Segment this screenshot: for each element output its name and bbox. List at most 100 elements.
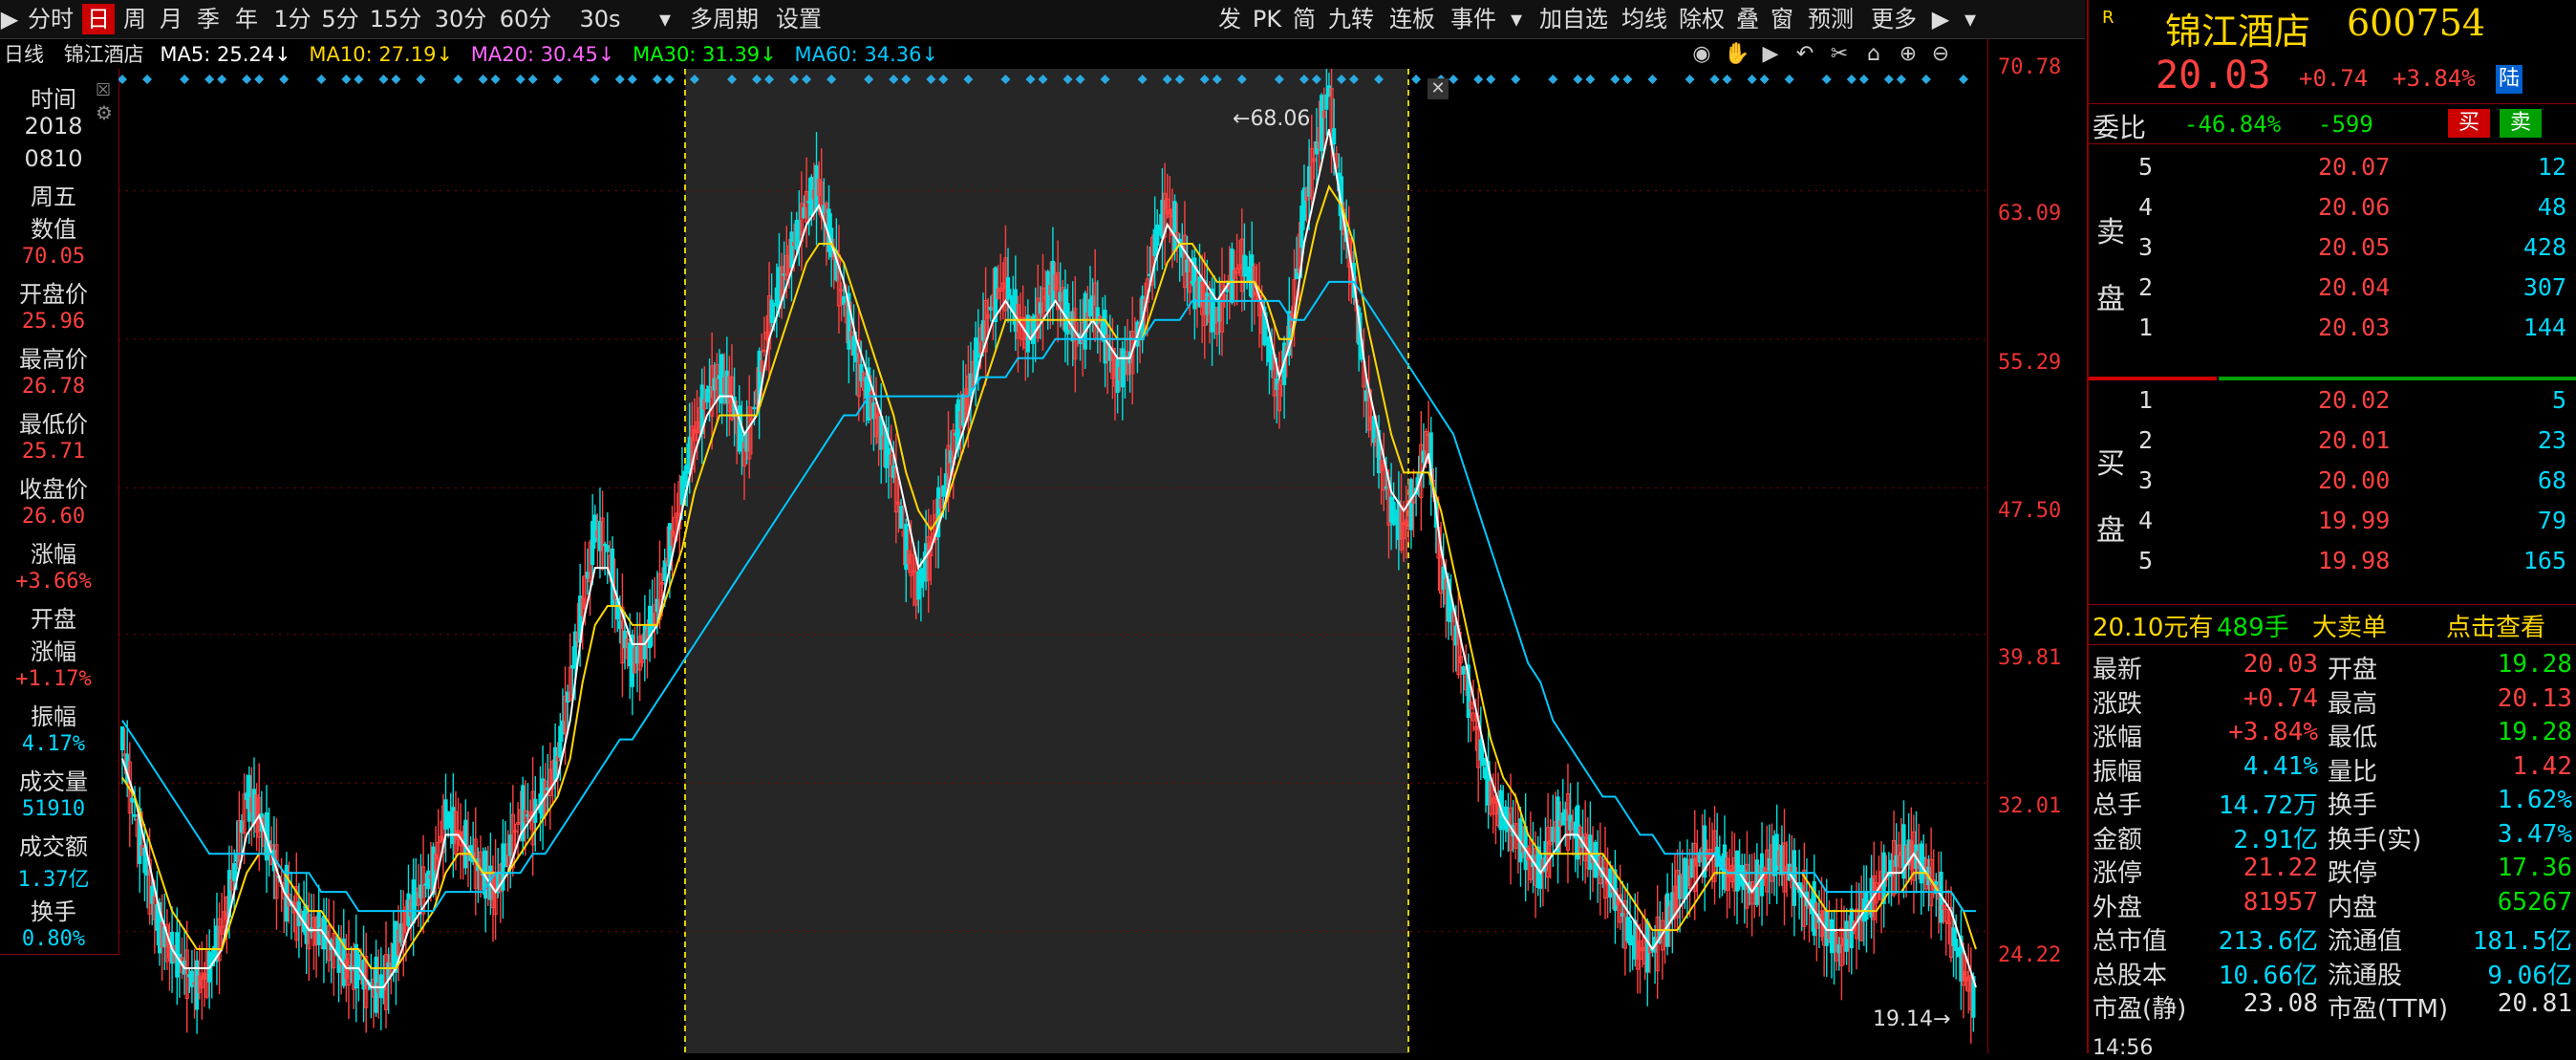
info-close-icon[interactable]: ☒ — [96, 80, 111, 100]
event-marker[interactable] — [217, 75, 227, 84]
toolbar-pk[interactable]: PK — [1248, 4, 1286, 34]
event-marker[interactable] — [652, 75, 662, 84]
tab-quarterly[interactable]: 季 — [191, 4, 225, 34]
hand-icon[interactable]: ✋ — [1724, 42, 1750, 67]
event-marker[interactable] — [1573, 75, 1583, 84]
event-marker[interactable] — [354, 75, 364, 84]
toolbar-events[interactable]: 事件 — [1445, 4, 1502, 34]
event-marker[interactable] — [1411, 75, 1422, 84]
event-marker[interactable] — [180, 75, 190, 84]
tab-fenshi[interactable]: 分时 — [21, 4, 80, 34]
zoom-out-icon[interactable]: ⊖ — [1928, 42, 1953, 67]
event-marker[interactable] — [1548, 75, 1558, 84]
tab-30min[interactable]: 30分 — [430, 4, 491, 34]
big-order-link[interactable]: 点击查看 — [2446, 608, 2545, 643]
event-marker[interactable] — [627, 75, 637, 84]
event-marker[interactable] — [590, 75, 600, 84]
event-marker[interactable] — [1846, 75, 1857, 84]
event-marker[interactable] — [1449, 75, 1459, 84]
event-marker[interactable] — [453, 75, 463, 84]
tab-daily[interactable]: 日 — [82, 4, 115, 34]
ma-button[interactable]: 均线 — [1617, 4, 1672, 34]
event-marker[interactable] — [118, 75, 127, 84]
ask-price[interactable]: 20.06 — [2318, 193, 2390, 221]
event-marker[interactable] — [254, 75, 265, 84]
tab-30s[interactable]: 30s — [571, 4, 629, 34]
exright-button[interactable]: 除权 — [1674, 4, 1729, 34]
event-marker[interactable] — [1722, 75, 1732, 84]
event-marker[interactable] — [416, 75, 426, 84]
event-marker[interactable] — [515, 75, 526, 84]
bid-price[interactable]: 20.00 — [2318, 466, 2390, 494]
event-marker[interactable] — [478, 75, 488, 84]
event-marker[interactable] — [1883, 75, 1894, 84]
add-watchlist-button[interactable]: 加自选 — [1533, 4, 1615, 34]
more-button[interactable]: 更多 — [1865, 4, 1922, 34]
lock-icon[interactable]: ⌂ — [1861, 42, 1886, 67]
event-marker[interactable] — [1921, 75, 1931, 84]
event-marker[interactable] — [1585, 75, 1596, 84]
event-marker[interactable] — [1747, 75, 1757, 84]
toolbar-fa[interactable]: 发 — [1213, 4, 1246, 34]
event-marker[interactable] — [378, 75, 389, 84]
ask-price[interactable]: 20.03 — [2318, 314, 2390, 341]
event-marker[interactable] — [552, 75, 563, 84]
event-marker[interactable] — [1821, 75, 1832, 84]
event-marker[interactable] — [1759, 75, 1770, 84]
event-marker[interactable] — [1709, 75, 1720, 84]
window-button[interactable]: 窗 — [1766, 4, 1798, 34]
sell-button[interactable]: 卖 — [2500, 109, 2542, 138]
tab-60min[interactable]: 60分 — [495, 4, 556, 34]
play-icon[interactable]: ▶ — [1758, 42, 1783, 67]
gear-icon[interactable]: ⚙ — [96, 101, 113, 124]
event-marker[interactable] — [1685, 75, 1695, 84]
event-marker[interactable] — [279, 75, 290, 84]
bid-price[interactable]: 19.98 — [2318, 547, 2390, 574]
tab-weekly[interactable]: 周 — [118, 4, 151, 34]
tab-yearly[interactable]: 年 — [229, 4, 264, 34]
multi-period-button[interactable]: 多周期 — [684, 4, 764, 34]
event-marker[interactable] — [490, 75, 501, 84]
event-marker[interactable] — [242, 75, 252, 84]
event-marker[interactable] — [204, 75, 215, 84]
event-marker[interactable] — [527, 75, 538, 84]
event-marker[interactable] — [1473, 75, 1484, 84]
event-marker[interactable] — [391, 75, 401, 84]
expand-arrow-icon[interactable]: ▶ — [1926, 4, 1955, 34]
event-marker[interactable] — [1784, 75, 1794, 84]
event-marker[interactable] — [1610, 75, 1621, 84]
bid-price[interactable]: 19.99 — [2318, 507, 2390, 534]
period-dropdown-icon[interactable]: ▾ — [654, 4, 676, 34]
tab-5min[interactable]: 5分 — [317, 4, 363, 34]
event-marker[interactable] — [1622, 75, 1633, 84]
buy-button[interactable]: 买 — [2448, 109, 2490, 138]
eye-icon[interactable]: ◉ — [1689, 42, 1714, 67]
forecast-button[interactable]: 预测 — [1802, 4, 1859, 34]
event-marker[interactable] — [1858, 75, 1869, 84]
tab-monthly[interactable]: 月 — [155, 4, 187, 34]
undo-icon[interactable]: ↶ — [1792, 42, 1817, 67]
zoom-in-icon[interactable]: ⊕ — [1896, 42, 1921, 67]
event-marker[interactable] — [1647, 75, 1658, 84]
event-marker[interactable] — [1486, 75, 1496, 84]
settings-button[interactable]: 设置 — [770, 4, 827, 34]
ask-price[interactable]: 20.04 — [2318, 273, 2390, 301]
event-marker[interactable] — [1958, 75, 1968, 84]
toolbar-jiuzhuan[interactable]: 九转 — [1322, 4, 1380, 34]
ask-price[interactable]: 20.05 — [2318, 233, 2390, 261]
event-marker[interactable] — [664, 75, 675, 84]
collapse-arrow-icon[interactable]: ▶ — [0, 4, 19, 34]
overlay-button[interactable]: 叠 — [1731, 4, 1764, 34]
event-marker[interactable] — [1896, 75, 1906, 84]
tab-1min[interactable]: 1分 — [269, 4, 315, 34]
kline-chart[interactable] — [118, 43, 1987, 1053]
scissors-icon[interactable]: ✂ — [1827, 42, 1852, 67]
close-x-icon[interactable]: ✕ — [1428, 78, 1449, 99]
event-marker[interactable] — [316, 75, 327, 84]
tab-15min[interactable]: 15分 — [365, 4, 426, 34]
event-marker[interactable] — [1511, 75, 1521, 84]
bid-price[interactable]: 20.01 — [2318, 426, 2390, 454]
events-dropdown-icon[interactable]: ▾ — [1506, 4, 1527, 34]
bid-price[interactable]: 20.02 — [2318, 386, 2390, 414]
event-marker[interactable] — [142, 75, 153, 84]
